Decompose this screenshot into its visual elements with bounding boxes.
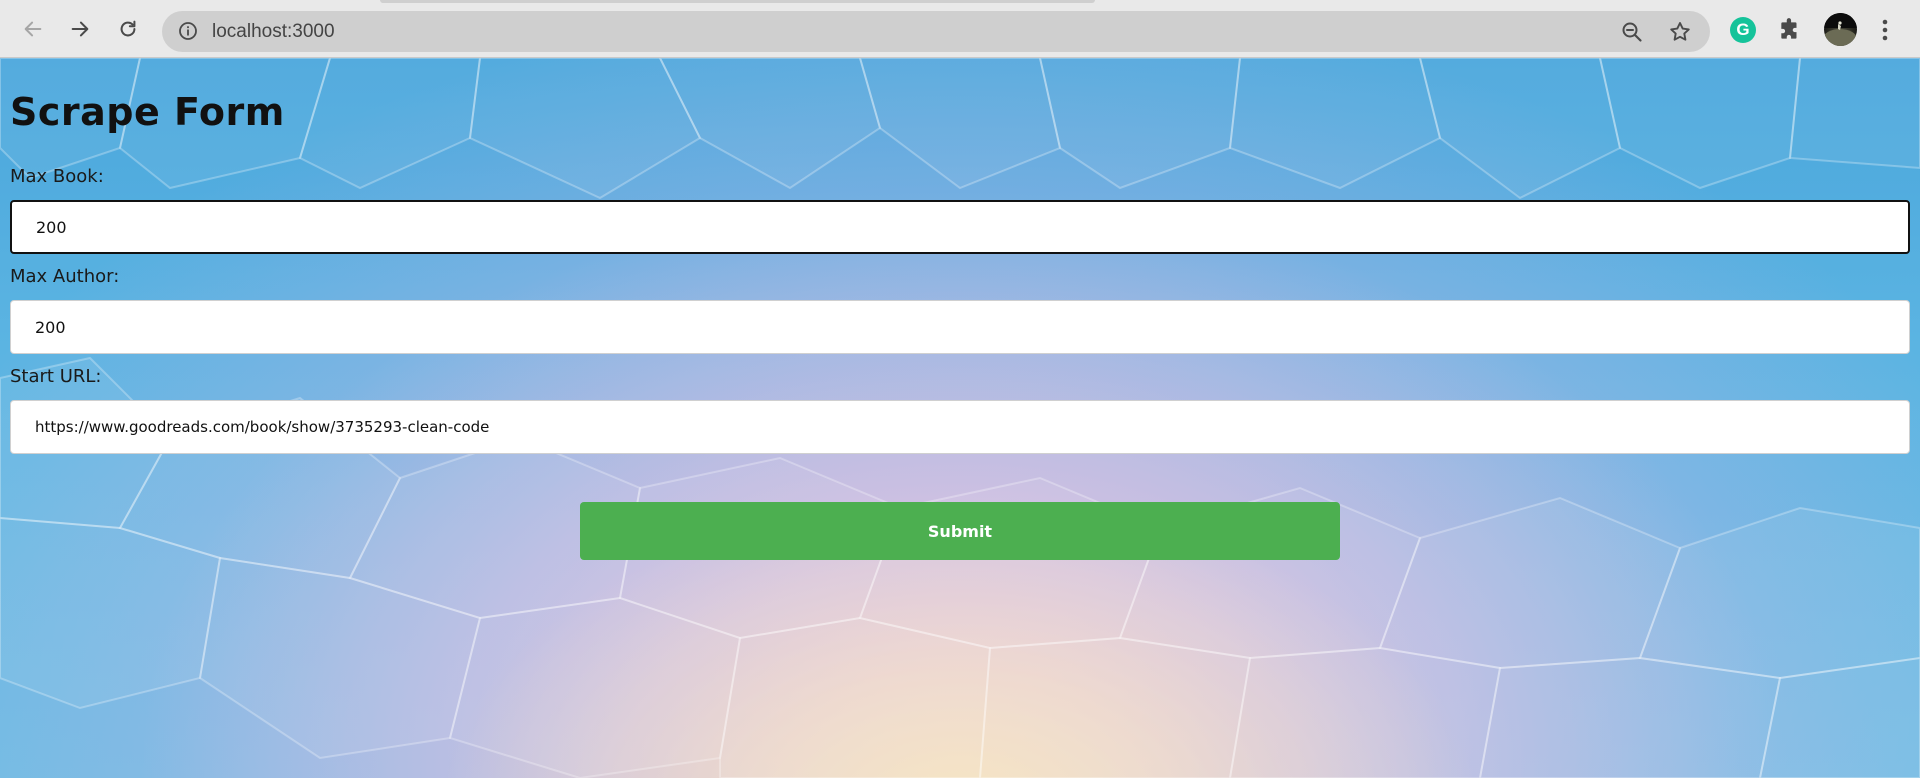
start-url-input[interactable] [10,400,1910,454]
kebab-menu-icon[interactable] [1875,15,1895,45]
page-title: Scrape Form [10,90,285,134]
reload-button[interactable] [113,14,143,44]
max-book-input[interactable] [10,200,1910,254]
forward-button[interactable] [65,14,95,44]
max-author-label: Max Author: [10,266,120,287]
grammarly-icon[interactable]: G [1730,17,1756,43]
avatar[interactable] [1824,13,1857,46]
star-icon[interactable] [1668,20,1692,44]
avatar-image [1824,13,1857,46]
arrow-left-icon [24,21,42,37]
arrow-right-icon [71,21,89,37]
address-bar[interactable]: localhost:3000 [162,11,1710,52]
address-url[interactable]: localhost:3000 [212,11,335,52]
page-background: Scrape Form Max Book: Max Author: Start … [0,58,1920,778]
puzzle-icon[interactable] [1777,17,1803,43]
submit-button[interactable]: Submit [580,502,1340,560]
tab-strip-edge [380,0,1095,3]
max-book-label: Max Book: [10,166,104,187]
back-button[interactable] [18,14,48,44]
reload-icon [120,20,136,37]
info-icon[interactable] [178,21,198,41]
max-author-input[interactable] [10,300,1910,354]
zoom-out-icon[interactable] [1620,20,1644,44]
start-url-label: Start URL: [10,366,102,387]
browser-toolbar: localhost:3000 G [0,0,1920,58]
